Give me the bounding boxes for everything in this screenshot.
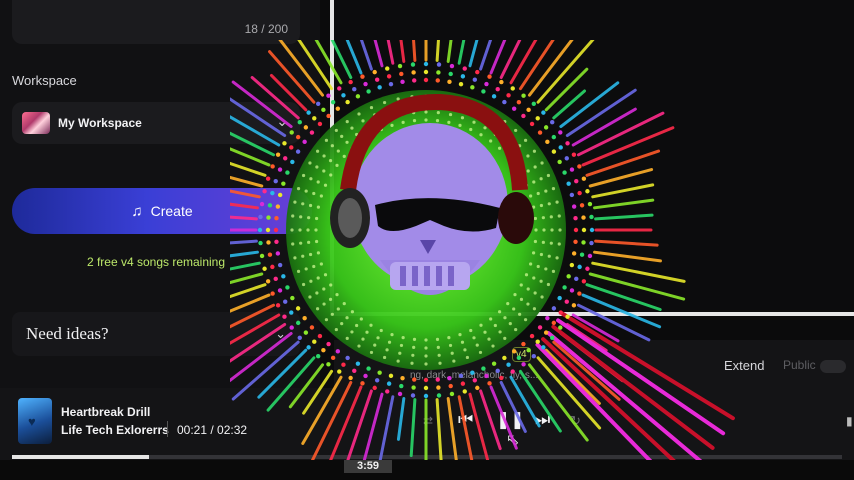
visualizer-inner-dot: [365, 330, 369, 334]
pause-icon[interactable]: ❚❚: [496, 410, 525, 430]
visualizer-inner-dot: [322, 154, 326, 158]
visualizer-dot: [326, 362, 331, 367]
workspace-name: My Workspace: [58, 116, 142, 130]
heart-icon: ♥: [28, 414, 36, 429]
visualizer-inner-dot: [319, 262, 323, 266]
visualizer-inner-dot: [469, 328, 473, 333]
visualizer-inner-dot: [401, 335, 405, 340]
visualizer-dot: [558, 325, 563, 330]
visualizer-inner-dot: [322, 302, 326, 306]
visualizer-inner-dot: [508, 322, 512, 326]
visualizer-dot: [321, 107, 326, 113]
visualizer-inner-dot: [483, 330, 487, 334]
visualizer-dot: [529, 333, 535, 339]
chevron-down-icon: ⌄: [275, 326, 286, 341]
visualizer-dot: [551, 320, 557, 326]
music-note-icon: ♫: [131, 202, 143, 220]
visualizer-inner-dot: [324, 138, 329, 142]
visualizer-inner-dot: [503, 316, 507, 320]
visualizer-dot: [326, 341, 331, 347]
visualizer-inner-dot: [379, 328, 383, 333]
visualizer-inner-dot: [322, 287, 326, 291]
version-badge: v4: [512, 347, 531, 362]
skip-next-icon[interactable]: ⏭: [535, 410, 550, 430]
visualizer-inner-dot: [323, 183, 328, 187]
volume-icon[interactable]: ▮: [846, 414, 853, 428]
chevron-down-icon: ⌄: [276, 113, 288, 129]
visualizer-inner-dot: [390, 333, 394, 337]
song-tags: ng, dark, melancholic, fly, s...: [410, 370, 539, 381]
visualizer-ray: [571, 313, 620, 343]
public-toggle[interactable]: [820, 360, 846, 373]
create-button[interactable]: ♫ Create: [12, 188, 312, 234]
public-label: Public: [783, 358, 816, 372]
visualizer-inner-dot: [447, 335, 451, 340]
video-bar: [0, 460, 854, 480]
progress-fill: [12, 455, 149, 459]
visualizer-dot: [537, 325, 543, 330]
visualizer-inner-dot: [472, 336, 476, 340]
visualizer-inner-dot: [359, 317, 363, 321]
visualizer-inner-dot: [355, 323, 359, 328]
visualizer-inner-dot: [345, 316, 349, 320]
shuffle-icon[interactable]: ⇄: [423, 414, 433, 428]
prompt-textarea[interactable]: 18 / 200: [12, 0, 300, 44]
visualizer-inner-dot: [350, 330, 354, 334]
divider: [167, 421, 168, 437]
visualizer-inner-dot: [319, 194, 323, 198]
visualizer-inner-dot: [323, 273, 328, 277]
visualizer-inner-dot: [369, 323, 373, 327]
workspace-select[interactable]: My Workspace ⌄: [12, 102, 300, 144]
video-timestamp: 3:59: [344, 460, 392, 473]
visualizer-dot: [545, 315, 550, 321]
visualizer-dot: [321, 347, 326, 353]
song-list-panel: [330, 0, 854, 316]
time-readout: 00:21 / 02:32: [177, 423, 248, 437]
visualizer-inner-dot: [458, 333, 462, 337]
workspace-label: Workspace: [12, 73, 77, 88]
need-ideas-accordion[interactable]: Need ideas? ⌄: [12, 312, 300, 356]
skip-previous-icon[interactable]: ⏮: [458, 410, 473, 430]
visualizer-inner-dot: [324, 318, 329, 322]
remaining-songs-text: 2 free v4 songs remaining: [86, 255, 226, 269]
character-count: 18 / 200: [244, 22, 288, 36]
track-title[interactable]: Heartbreak Drill: [61, 405, 150, 419]
visualizer-dot: [543, 330, 549, 335]
repeat-icon[interactable]: ↻: [570, 413, 581, 429]
create-label: Create: [150, 203, 193, 219]
progress-bar[interactable]: [12, 455, 842, 459]
track-artist[interactable]: Life Tech Exlorerrs: [61, 423, 169, 437]
visualizer-inner-dot: [523, 318, 528, 322]
visualizer-inner-dot: [479, 323, 483, 327]
need-ideas-label: Need ideas?: [26, 324, 109, 343]
visualizer-inner-dot: [493, 323, 497, 328]
visualizer-inner-dot: [514, 327, 518, 332]
visualizer-inner-dot: [498, 330, 502, 334]
visualizer-inner-dot: [340, 322, 344, 326]
workspace-thumbnail: [22, 112, 50, 134]
visualizer-inner-dot: [334, 327, 338, 332]
mouse-pointer-icon: ⬁: [506, 432, 520, 449]
extend-button[interactable]: Extend: [724, 358, 764, 373]
visualizer-inner-dot: [376, 336, 380, 340]
visualizer-inner-dot: [489, 317, 493, 321]
visualizer-inner-dot: [322, 169, 326, 173]
